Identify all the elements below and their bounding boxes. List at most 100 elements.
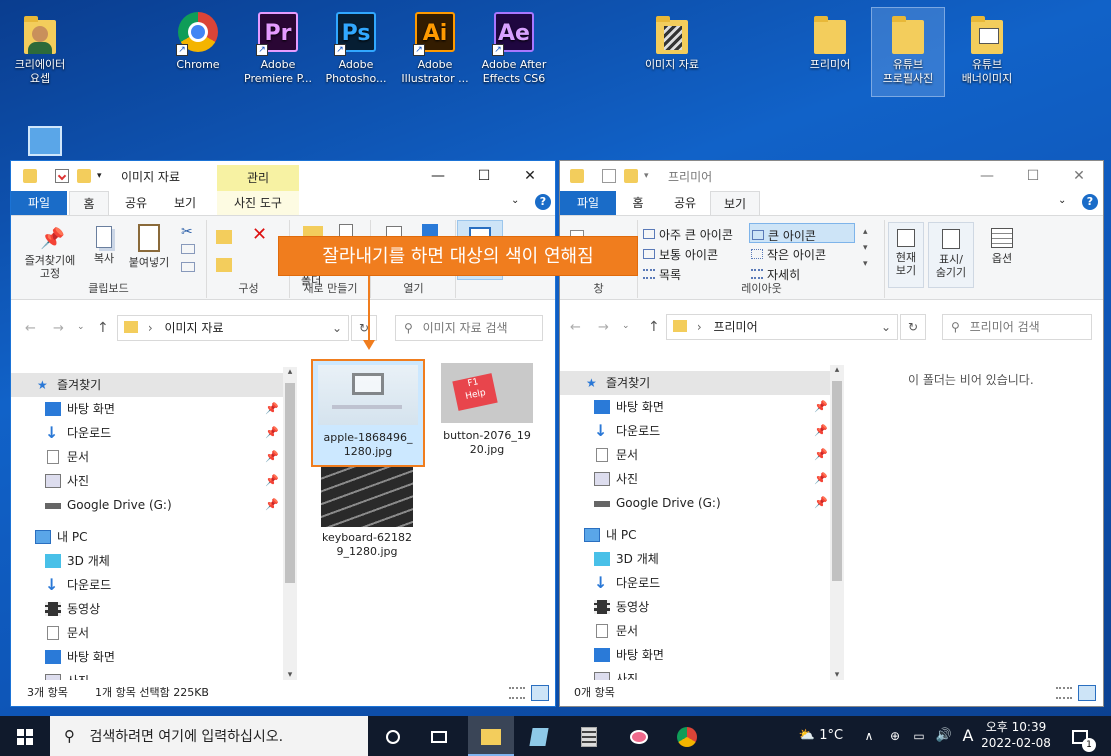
maximize-button[interactable]: ☐ — [461, 161, 507, 191]
desktop-icon-after-effects[interactable]: Ae ↗ Adobe After Effects CS6 — [478, 10, 550, 86]
details-view-icon[interactable] — [509, 687, 525, 699]
clock[interactable]: 오후 10:39 2022-02-08 — [976, 716, 1056, 756]
nav-pc-documents[interactable]: 문서 — [11, 621, 283, 645]
nav-desktop[interactable]: 바탕 화면 📌 — [560, 395, 832, 419]
task-view-button[interactable] — [416, 716, 462, 756]
up-icon[interactable]: ↑ — [648, 319, 660, 335]
chevron-down-icon[interactable]: ⌄ — [881, 315, 891, 339]
taskbar-chrome[interactable] — [664, 716, 710, 756]
move-to-icon[interactable] — [216, 230, 232, 244]
forward-icon[interactable]: → — [53, 321, 64, 336]
show-hide-button[interactable]: 표시/ 숨기기 — [928, 222, 974, 288]
nav-3d-objects[interactable]: 3D 개체 — [11, 549, 283, 573]
copy-path-icon[interactable] — [181, 244, 195, 254]
ime-indicator[interactable]: A — [958, 716, 978, 756]
minimize-button[interactable]: — — [964, 161, 1010, 191]
desktop-icon-image-folder[interactable]: 이미지 자료 — [636, 10, 708, 72]
file-item-keyboard[interactable]: keyboard-62182 9_1280.jpg — [317, 467, 417, 567]
nav-3d-objects[interactable]: 3D 개체 — [560, 547, 832, 571]
details-view-icon[interactable] — [1056, 687, 1072, 699]
scroll-thumb[interactable] — [285, 383, 295, 583]
desktop-icon-illustrator[interactable]: Ai ↗ Adobe Illustrator ... — [399, 10, 471, 86]
nav-scrollbar[interactable]: ▴ ▾ — [830, 365, 844, 680]
cortana-button[interactable] — [370, 716, 416, 756]
copy-button[interactable]: 복사 — [87, 220, 121, 265]
nav-pc-pictures[interactable]: 사진 — [11, 669, 283, 680]
layout-scroll[interactable]: ▴ ▾ ▾ — [863, 224, 868, 272]
maximize-button[interactable]: ☐ — [1010, 161, 1056, 191]
taskbar-notes[interactable] — [516, 716, 562, 756]
new-folder-icon[interactable] — [624, 169, 638, 183]
nav-videos[interactable]: 동영상 — [11, 597, 283, 621]
options-button[interactable]: 옵션 — [980, 222, 1024, 288]
pc-icon[interactable] — [28, 126, 62, 156]
desktop-icon-youtube-profile[interactable]: 유튜브 프로필사진 — [871, 7, 945, 97]
scroll-up-icon[interactable]: ▴ — [283, 367, 297, 377]
desktop-icon-premiere[interactable]: Pr ↗ Adobe Premiere P... — [242, 10, 314, 86]
address-bar[interactable]: › 이미지 자료 ⌄ — [117, 315, 349, 341]
tab-file[interactable]: 파일 — [11, 191, 67, 215]
nav-pictures[interactable]: 사진 📌 — [11, 469, 283, 493]
recent-chevron-icon[interactable]: ⌄ — [622, 321, 630, 331]
display-icon[interactable]: ▭ — [908, 716, 930, 756]
tab-home[interactable]: 홈 — [620, 191, 656, 215]
layout-extra-large[interactable]: 아주 큰 아이콘 — [643, 226, 733, 243]
weather-widget[interactable]: ⛅ 1°C — [790, 716, 852, 756]
tab-share[interactable]: 공유 — [664, 191, 706, 215]
search-box[interactable]: ⚲ 이미지 자료 검색 — [395, 315, 543, 341]
tab-file[interactable]: 파일 — [560, 191, 616, 215]
search-box[interactable]: ⚲ 프리미어 검색 — [942, 314, 1092, 340]
nav-documents[interactable]: 문서 📌 — [11, 445, 283, 469]
nav-downloads[interactable]: ↓ 다운로드 📌 — [11, 421, 283, 445]
taskbar-explorer[interactable] — [468, 716, 514, 756]
scroll-up-icon[interactable]: ▴ — [830, 365, 844, 375]
paste-shortcut-icon[interactable] — [181, 262, 195, 272]
up-icon[interactable]: ↑ — [97, 320, 109, 336]
tab-picture-tools[interactable]: 사진 도구 — [217, 191, 299, 215]
properties-icon[interactable] — [55, 169, 69, 183]
volume-icon[interactable]: 🔊 — [932, 716, 956, 756]
nav-quick-access[interactable]: ★ 즐겨찾기 — [560, 371, 832, 395]
nav-google-drive[interactable]: Google Drive (G:) 📌 — [560, 491, 832, 515]
nav-pc-downloads[interactable]: ↓ 다운로드 — [560, 571, 832, 595]
file-item-button[interactable]: F1 Help button-2076_19 20.jpg — [437, 363, 537, 463]
nav-this-pc[interactable]: 내 PC — [11, 525, 283, 549]
nav-documents[interactable]: 문서 📌 — [560, 443, 832, 467]
desktop-icon-premiere-folder[interactable]: 프리미어 — [794, 10, 866, 72]
desktop-icon-creator[interactable]: 크리에이터 요셉 — [4, 10, 76, 86]
pin-to-quick-access-button[interactable]: 📌 즐겨찾기에 고정 — [15, 220, 85, 280]
desktop-icon-chrome[interactable]: ↗ Chrome — [162, 10, 234, 72]
nav-pc-downloads[interactable]: ↓ 다운로드 — [11, 573, 283, 597]
nav-pictures[interactable]: 사진 📌 — [560, 467, 832, 491]
taskbar-calculator[interactable] — [566, 716, 612, 756]
back-icon[interactable]: ← — [570, 320, 581, 335]
current-view-button[interactable]: 현재 보기 — [888, 222, 924, 288]
notification-center-button[interactable]: 1 — [1060, 716, 1100, 756]
nav-quick-access[interactable]: ★ 즐겨찾기 — [11, 373, 283, 397]
chevron-down-icon[interactable]: ⌄ — [1058, 195, 1066, 206]
paste-button[interactable]: 붙여넣기 — [123, 220, 175, 269]
address-bar[interactable]: › 프리미어 ⌄ — [666, 314, 898, 340]
scroll-thumb[interactable] — [832, 381, 842, 581]
tab-view[interactable]: 보기 — [710, 191, 760, 216]
file-item-apple[interactable]: apple-1868496_ 1280.jpg — [311, 359, 425, 467]
start-button[interactable] — [0, 716, 50, 756]
help-icon[interactable]: ? — [535, 194, 551, 210]
back-icon[interactable]: ← — [25, 321, 36, 336]
large-icons-view-icon[interactable] — [531, 685, 549, 701]
layout-medium[interactable]: 보통 아이콘 — [643, 246, 718, 263]
nav-pc-desktop[interactable]: 바탕 화면 — [11, 645, 283, 669]
scroll-down-icon[interactable]: ▾ — [283, 670, 297, 680]
nav-downloads[interactable]: ↓ 다운로드 📌 — [560, 419, 832, 443]
large-icons-view-icon[interactable] — [1078, 685, 1096, 701]
desktop-icon-photoshop[interactable]: Ps ↗ Adobe Photosho... — [320, 10, 392, 86]
copy-to-icon[interactable] — [216, 258, 232, 272]
minimize-button[interactable]: — — [415, 161, 461, 191]
chevron-down-icon[interactable]: ⌄ — [332, 316, 342, 340]
properties-icon[interactable] — [602, 169, 616, 183]
scroll-down-icon[interactable]: ▾ — [830, 670, 844, 680]
desktop-icon-youtube-banner[interactable]: 유튜브 배너이미지 — [951, 10, 1023, 86]
forward-icon[interactable]: → — [598, 320, 609, 335]
recent-chevron-icon[interactable]: ⌄ — [77, 322, 85, 332]
tab-share[interactable]: 공유 — [115, 191, 157, 215]
